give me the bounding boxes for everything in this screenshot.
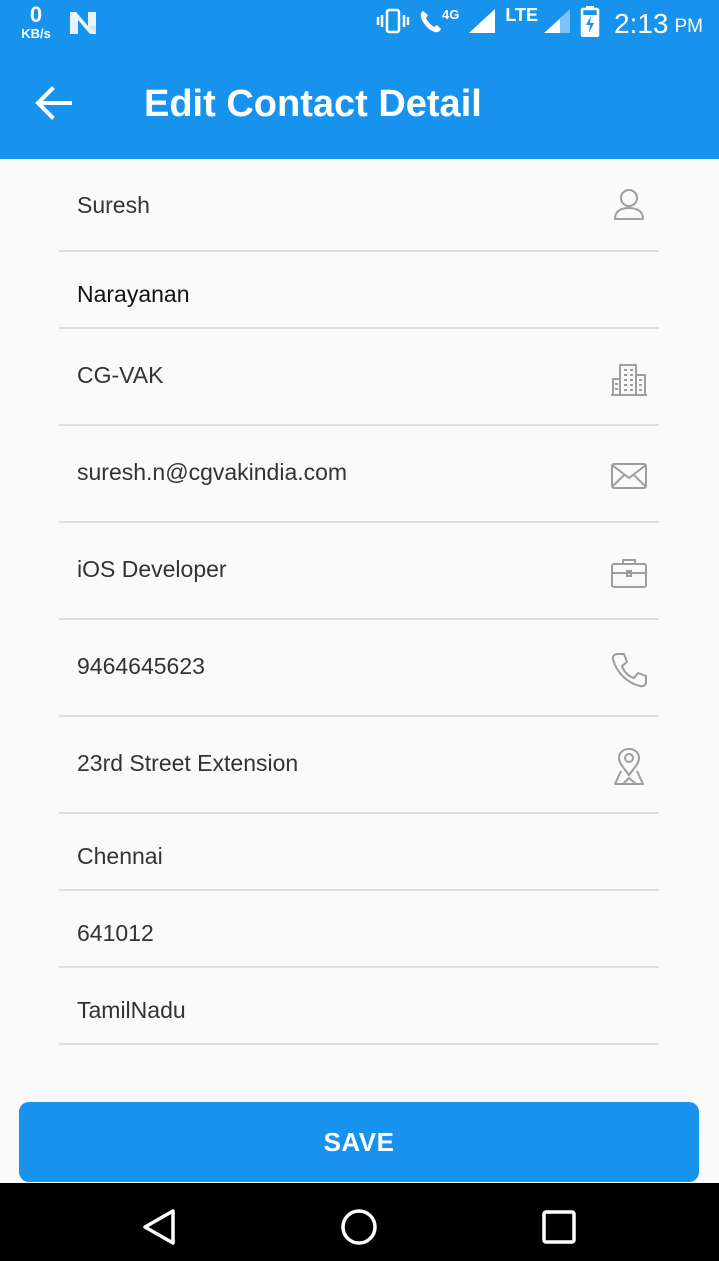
location-pin-icon xyxy=(614,747,644,785)
email-value: suresh.n@cgvakindia.com xyxy=(77,459,348,485)
phone-value: 9464645623 xyxy=(77,653,205,679)
building-icon xyxy=(611,364,647,396)
zip-value: 641012 xyxy=(77,920,154,946)
navigation-bar xyxy=(0,1183,719,1261)
nav-home-button[interactable] xyxy=(339,1207,379,1247)
city-value: Chennai xyxy=(77,843,163,869)
network-lte-label: LTE xyxy=(505,5,538,25)
company-field[interactable]: CG-VAK xyxy=(59,329,659,426)
clock-ampm: PM xyxy=(674,15,704,37)
page-title: Edit Contact Detail xyxy=(144,83,482,125)
briefcase-icon xyxy=(611,559,647,588)
network-4g-label: 4G xyxy=(441,7,460,22)
arrow-back-icon xyxy=(35,86,72,120)
save-button[interactable]: SAVE xyxy=(19,1102,699,1182)
city-field[interactable]: Chennai xyxy=(59,814,659,891)
state-value: TamilNadu xyxy=(77,997,186,1023)
last-name-value: Narayanan xyxy=(77,281,190,307)
zip-field[interactable]: 641012 xyxy=(59,891,659,968)
job-title-field[interactable]: iOS Developer xyxy=(59,523,659,620)
back-button[interactable] xyxy=(30,83,78,123)
clock-time: 2:13 xyxy=(614,7,669,39)
home-circle-icon xyxy=(341,1209,377,1245)
status-bar: 0 KB/s 4G LTE 2:13 PM xyxy=(0,0,719,47)
mail-icon xyxy=(611,463,647,489)
contact-form: Suresh Narayanan CG-VAK suresh.n@cgvakin… xyxy=(59,159,659,1045)
n-notification-icon xyxy=(68,10,98,41)
network-speed-unit: KB/s xyxy=(21,26,51,41)
network-speed: 0 KB/s xyxy=(18,2,54,41)
vibrate-icon xyxy=(376,7,410,40)
state-field[interactable]: TamilNadu xyxy=(59,968,659,1045)
company-value: CG-VAK xyxy=(77,362,164,388)
network-speed-value: 0 xyxy=(29,2,43,27)
email-field[interactable]: suresh.n@cgvakindia.com xyxy=(59,426,659,523)
first-name-field[interactable]: Suresh xyxy=(59,159,659,252)
lte-signal-icon xyxy=(542,7,572,40)
volte-call-icon xyxy=(418,7,444,40)
signal-icon xyxy=(467,7,497,40)
last-name-field[interactable]: Narayanan xyxy=(59,252,659,329)
nav-back-button[interactable] xyxy=(139,1207,179,1247)
app-bar: Edit Contact Detail xyxy=(0,47,719,159)
phone-field[interactable]: 9464645623 xyxy=(59,620,659,717)
first-name-value: Suresh xyxy=(77,192,150,218)
street-field[interactable]: 23rd Street Extension xyxy=(59,717,659,814)
person-icon xyxy=(614,189,644,220)
nav-recents-button[interactable] xyxy=(539,1207,579,1247)
street-value: 23rd Street Extension xyxy=(77,750,299,776)
job-title-value: iOS Developer xyxy=(77,556,227,582)
back-triangle-icon xyxy=(143,1209,175,1245)
battery-charging-icon xyxy=(580,5,600,42)
phone-icon xyxy=(611,653,647,688)
recents-square-icon xyxy=(542,1210,576,1244)
